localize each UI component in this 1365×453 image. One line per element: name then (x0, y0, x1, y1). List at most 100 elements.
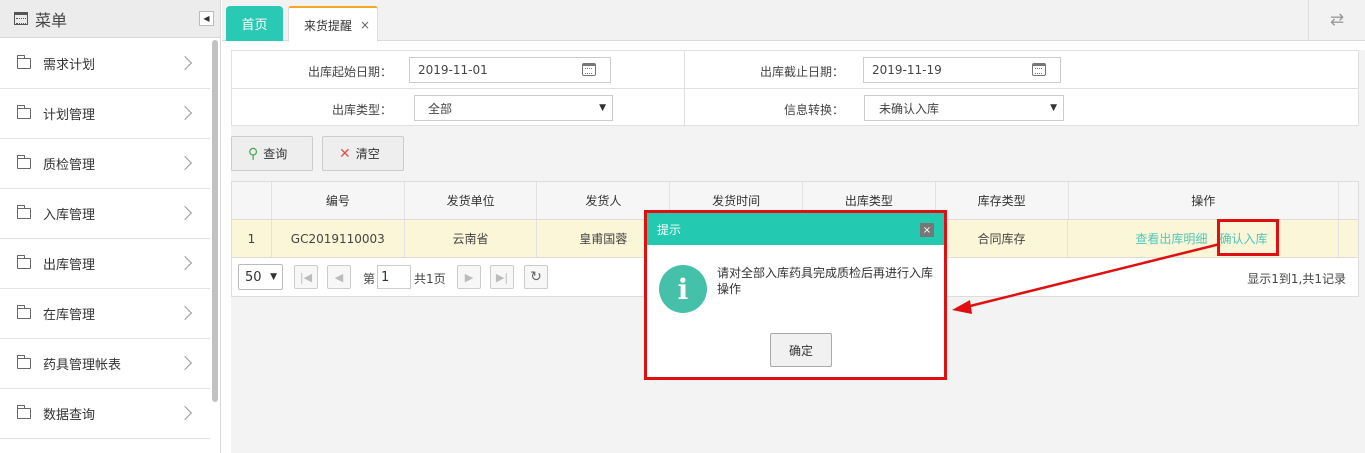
header-code: 编号 (272, 182, 405, 219)
dialog-header: 提示 × (647, 213, 944, 245)
chevron-right-icon (177, 155, 193, 171)
view-outbound-detail-link[interactable]: 查看出库明细 (1135, 230, 1207, 247)
chevron-right-icon (177, 205, 193, 221)
filter-row: 出库类型： 全部 ▼ 信息转换： 未确认入库 ▼ (232, 89, 1358, 127)
page-prefix: 第 (363, 272, 376, 286)
sidebar: 菜单 ◀ 需求计划 计划管理 质检管理 入库管理 出库管理 在库管理 药具管理帐… (0, 0, 221, 453)
info-convert-select[interactable]: 未确认入库 ▼ (864, 95, 1064, 121)
last-page-button[interactable]: ▶| (490, 265, 514, 289)
folder-icon (17, 405, 31, 419)
page-total: 共1页 (414, 272, 446, 286)
sidebar-menu: 需求计划 计划管理 质检管理 入库管理 出库管理 在库管理 药具管理帐表 数据查… (0, 39, 210, 439)
sidebar-item-label: 药具管理帐表 (43, 358, 122, 373)
tab-bar: 首页 来货提醒 × ⇄ (222, 0, 1365, 42)
sidebar-item-ledger[interactable]: 药具管理帐表 (0, 339, 210, 389)
folder-icon (17, 105, 31, 119)
ok-button[interactable]: 确定 (770, 333, 832, 367)
clear-button[interactable]: ✕ 清空 (322, 136, 404, 171)
info-icon: i (659, 265, 707, 313)
caret-down-icon: ▼ (270, 272, 277, 282)
prev-page-button[interactable]: ◀ (327, 265, 351, 289)
close-icon[interactable]: × (920, 223, 934, 237)
caret-down-icon: ▼ (1050, 103, 1057, 113)
row-spacer (1339, 220, 1358, 257)
header-index (232, 182, 272, 219)
sidebar-item-label: 数据查询 (43, 408, 96, 423)
end-date-label: 出库截止日期： (759, 65, 844, 79)
info-convert-value: 未确认入库 (879, 101, 940, 116)
calendar-icon[interactable] (582, 63, 596, 76)
folder-icon (17, 205, 31, 219)
refresh-icon[interactable]: ⇄ (1308, 0, 1365, 40)
query-button[interactable]: ⚲ 查询 (231, 136, 313, 171)
clear-button-label: 清空 (355, 147, 380, 161)
folder-icon (17, 55, 31, 69)
sidebar-title: 菜单 (35, 10, 68, 30)
tab-label: 来货提醒 (304, 18, 353, 33)
row-code: GC2019110003 (272, 220, 405, 257)
row-stock-type: 合同库存 (936, 220, 1069, 257)
header-unit: 发货单位 (405, 182, 538, 219)
folder-icon (17, 155, 31, 169)
menu-icon (14, 12, 28, 25)
sidebar-item-label: 在库管理 (43, 308, 96, 323)
caret-down-icon: ▼ (599, 103, 606, 113)
collapse-sidebar-button[interactable]: ◀ (199, 11, 214, 26)
row-unit: 云南省 (405, 220, 538, 257)
page-size-select[interactable]: 50 ▼ (238, 264, 283, 290)
prompt-dialog: 提示 × i 请对全部入库药具完成质检后再进行入库操作 确定 (644, 210, 947, 380)
dialog-message: 请对全部入库药具完成质检后再进行入库操作 (717, 266, 934, 296)
out-type-select[interactable]: 全部 ▼ (414, 95, 613, 121)
sidebar-item-label: 出库管理 (43, 258, 96, 273)
folder-icon (17, 305, 31, 319)
dialog-title: 提示 (657, 222, 682, 237)
chevron-right-icon (177, 255, 193, 271)
filter-divider (684, 51, 685, 127)
folder-icon (17, 255, 31, 269)
info-convert-label: 信息转换： (783, 103, 844, 117)
filter-panel: 出库起始日期： 2019-11-01 出库截止日期： 2019-11-19 出库… (231, 50, 1359, 127)
next-page-button[interactable]: ▶ (457, 265, 481, 289)
record-info: 显示1到1,共1记录 (1247, 272, 1346, 286)
start-date-input[interactable]: 2019-11-01 (409, 57, 611, 83)
filter-row: 出库起始日期： 2019-11-01 出库截止日期： 2019-11-19 (232, 51, 1358, 89)
query-button-label: 查询 (263, 147, 288, 161)
chevron-right-icon (177, 355, 193, 371)
end-date-input[interactable]: 2019-11-19 (863, 57, 1061, 83)
chevron-right-icon (177, 305, 193, 321)
sidebar-item-demand-plan[interactable]: 需求计划 (0, 39, 210, 89)
page-size-value: 50 (245, 269, 262, 285)
reload-icon[interactable]: ↻ (524, 265, 548, 289)
sidebar-item-label: 计划管理 (43, 108, 96, 123)
sidebar-item-inbound[interactable]: 入库管理 (0, 189, 210, 239)
sidebar-header: 菜单 ◀ (0, 0, 220, 38)
sidebar-item-outbound[interactable]: 出库管理 (0, 239, 210, 289)
sidebar-item-quality-check[interactable]: 质检管理 (0, 139, 210, 189)
row-action: 查看出库明细 确认入库 (1068, 220, 1340, 257)
chevron-right-icon (177, 405, 193, 421)
folder-icon (17, 355, 31, 369)
sidebar-scrollbar[interactable] (212, 40, 218, 402)
chevron-right-icon (177, 105, 193, 121)
sidebar-item-data-query[interactable]: 数据查询 (0, 389, 210, 439)
header-action: 操作 (1069, 182, 1340, 219)
first-page-button[interactable]: |◀ (294, 265, 318, 289)
sidebar-item-label: 入库管理 (43, 208, 96, 223)
sidebar-item-label: 需求计划 (43, 58, 96, 73)
start-date-label: 出库起始日期： (307, 65, 392, 79)
calendar-icon[interactable] (1032, 63, 1046, 76)
tab-arrival-reminder[interactable]: 来货提醒 × (288, 6, 378, 42)
header-stock-type: 库存类型 (936, 182, 1069, 219)
annotation-highlight-box (1217, 219, 1279, 256)
page-number-input[interactable]: 1 (377, 265, 411, 289)
search-icon: ⚲ (248, 145, 259, 162)
sidebar-item-plan-management[interactable]: 计划管理 (0, 89, 210, 139)
sidebar-item-in-stock[interactable]: 在库管理 (0, 289, 210, 339)
clear-x-icon: ✕ (339, 145, 351, 162)
header-spacer (1339, 182, 1358, 219)
start-date-value: 2019-11-01 (418, 63, 488, 77)
close-tab-icon[interactable]: × (360, 18, 370, 32)
out-type-label: 出库类型： (331, 103, 392, 117)
sidebar-item-label: 质检管理 (43, 158, 96, 173)
tab-home[interactable]: 首页 (226, 6, 283, 41)
